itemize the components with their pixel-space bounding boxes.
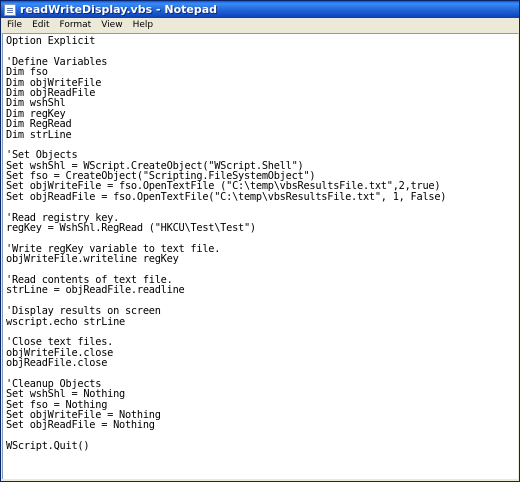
menu-edit[interactable]: Edit	[27, 18, 54, 33]
code-line: objReadFile.close	[6, 357, 108, 370]
code-line: 'Display results on screen	[6, 305, 161, 318]
code-text[interactable]: Option Explicit 'Define Variables Dim fso D…	[3, 34, 518, 452]
code-line: Dim wshShl	[6, 97, 66, 110]
code-line: Dim fso	[6, 66, 48, 79]
code-line: Dim strLine	[6, 128, 72, 141]
code-line: wscript.echo strLine	[6, 315, 125, 328]
menu-file[interactable]: File	[1, 18, 27, 33]
code-line: Dim regKey	[6, 107, 66, 120]
title-bar[interactable]: readWriteDisplay.vbs - Notepad	[1, 1, 519, 18]
text-editor-area[interactable]: Option Explicit 'Define Variables Dim fso D…	[2, 33, 518, 479]
notepad-icon[interactable]	[4, 3, 16, 16]
menu-help[interactable]: Help	[128, 18, 159, 33]
code-line: regKey = WshShl.RegRead ("HKCU\Test\Test…	[6, 222, 256, 235]
code-line: strLine = objReadFile.readline	[6, 284, 185, 297]
code-line: WScript.Quit()	[6, 440, 90, 453]
code-line: 'Define Variables	[6, 55, 108, 68]
menu-bar: File Edit Format View Help	[1, 18, 519, 34]
window-title: readWriteDisplay.vbs - Notepad	[20, 3, 218, 16]
code-line: Dim objReadFile	[6, 86, 96, 99]
menu-view[interactable]: View	[96, 18, 127, 33]
code-line: Dim RegRead	[6, 118, 72, 131]
menu-format[interactable]: Format	[55, 18, 97, 33]
code-line: objWriteFile.writeline regKey	[6, 253, 179, 266]
code-line: Set objReadFile = Nothing	[6, 419, 155, 432]
notepad-window: readWriteDisplay.vbs - Notepad File Edit…	[0, 0, 520, 482]
code-line: Set objReadFile = fso.OpenTextFile("C:\t…	[6, 190, 447, 203]
code-line: Option Explicit	[6, 35, 96, 47]
